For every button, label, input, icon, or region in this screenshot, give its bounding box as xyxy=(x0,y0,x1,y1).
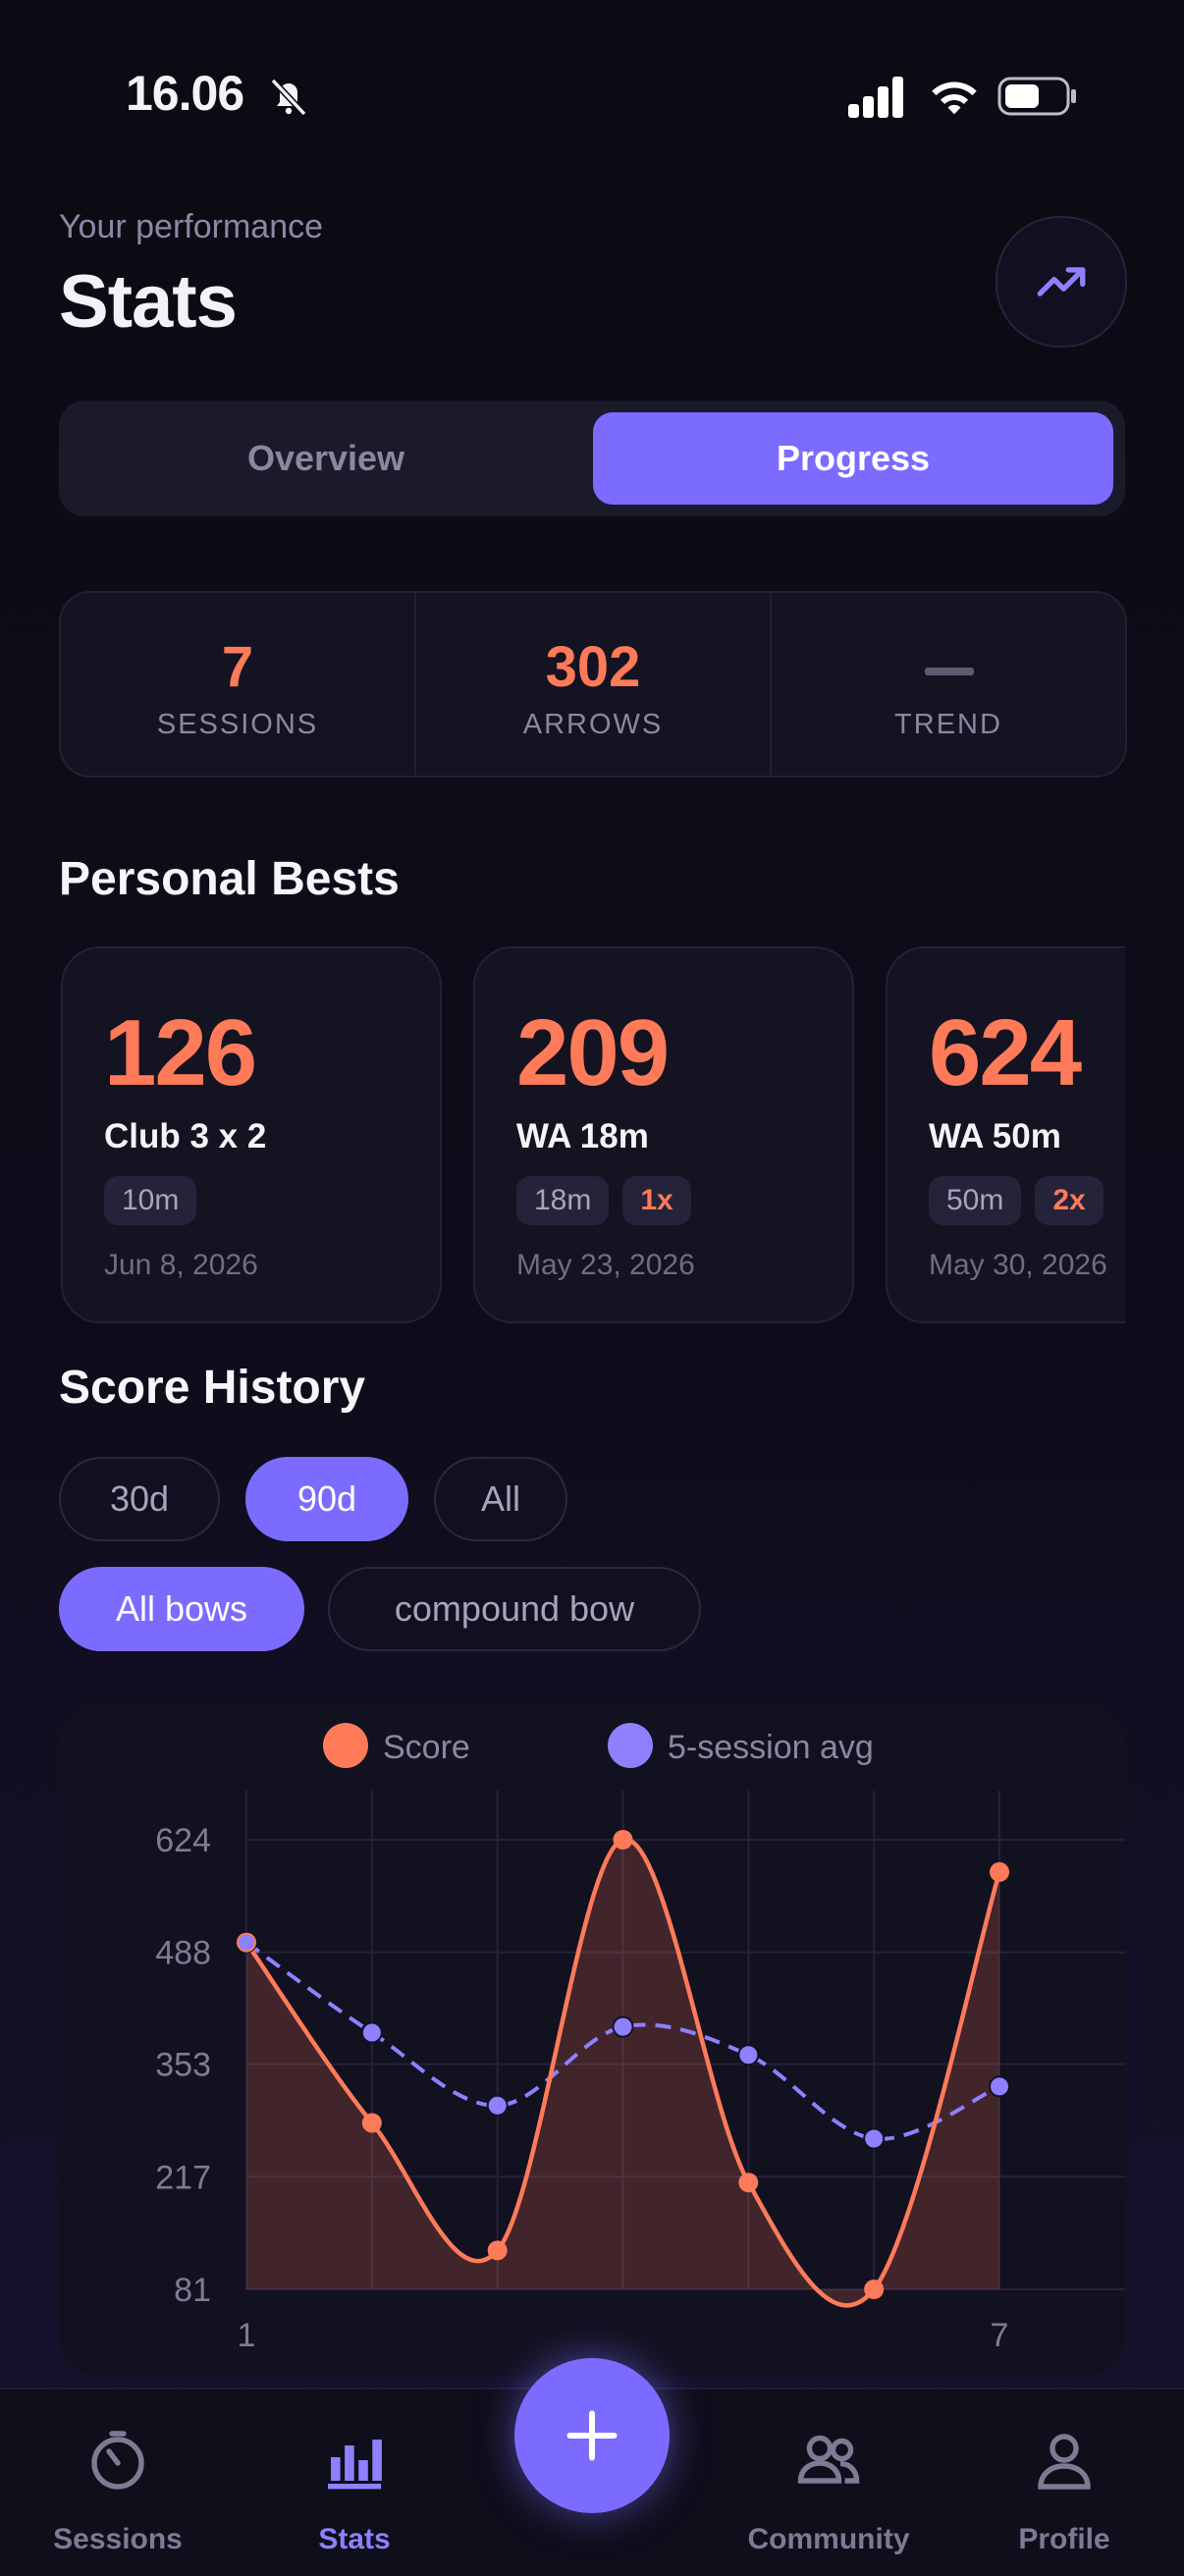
score-point xyxy=(487,2240,508,2261)
arrows-stat: 302 ARROWS xyxy=(416,593,770,776)
pb-count-badge: 2x xyxy=(1035,1176,1103,1225)
y-tick-label: 353 xyxy=(155,2047,211,2084)
avg-point xyxy=(863,2127,886,2150)
wifi-icon xyxy=(929,75,980,123)
pb-card[interactable]: 624 WA 50m 50m 2x May 30, 2026 xyxy=(886,946,1125,1323)
sessions-stat: 7 SESSIONS xyxy=(61,593,414,776)
avg-point xyxy=(612,2015,634,2038)
nav-label: Stats xyxy=(318,2523,391,2555)
range-chip-all[interactable]: All xyxy=(434,1457,567,1541)
legend-swatch-avg xyxy=(608,1723,653,1768)
trend-label: TREND xyxy=(894,709,1002,740)
pb-round-name: WA 18m xyxy=(516,1117,649,1155)
avg-point xyxy=(989,2075,1010,2098)
page-subtitle: Your performance xyxy=(59,208,324,245)
x-tick-label: 7 xyxy=(991,2317,1009,2354)
status-time: 16.06 xyxy=(126,66,244,121)
pb-round-name: WA 50m xyxy=(929,1117,1061,1155)
nav-label: Community xyxy=(747,2523,910,2555)
pb-distance-tag: 10m xyxy=(104,1176,197,1225)
x-tick-label: 1 xyxy=(238,2317,256,2354)
range-chip-30d[interactable]: 30d xyxy=(59,1457,220,1541)
bar-chart-icon xyxy=(328,2440,382,2490)
pb-date: May 23, 2026 xyxy=(516,1249,695,1281)
score-point xyxy=(361,2113,382,2133)
score-point xyxy=(864,2280,885,2299)
bow-chip-all-bows[interactable]: All bows xyxy=(59,1567,304,1651)
dash-icon xyxy=(925,668,974,675)
signal-icon xyxy=(846,77,907,125)
y-tick-label: 624 xyxy=(155,1822,211,1859)
pb-score: 126 xyxy=(104,1000,257,1105)
score-history-title: Score History xyxy=(59,1362,366,1414)
legend-label-avg: 5-session avg xyxy=(668,1729,874,1766)
avg-point xyxy=(239,1934,254,1951)
pb-count-badge: 1x xyxy=(622,1176,691,1225)
pb-distance-tag: 50m xyxy=(929,1176,1022,1225)
pb-card[interactable]: 209 WA 18m 18m 1x May 23, 2026 xyxy=(473,946,854,1323)
score-point xyxy=(990,1861,1009,1882)
timer-icon xyxy=(91,2431,144,2490)
pb-score: 209 xyxy=(516,1000,670,1105)
nav-label: Profile xyxy=(1018,2523,1110,2555)
trending-up-icon xyxy=(1037,267,1086,296)
pb-date: May 30, 2026 xyxy=(929,1249,1107,1281)
score-area xyxy=(246,1839,999,2306)
trend-stat: TREND xyxy=(772,593,1125,776)
avg-point xyxy=(360,2021,383,2044)
personal-bests-carousel[interactable]: 126 Club 3 x 2 10m Jun 8, 2026 209 WA 18… xyxy=(59,944,1125,1325)
add-session-button[interactable] xyxy=(514,2358,670,2513)
trend-button[interactable] xyxy=(996,216,1127,348)
pb-card[interactable]: 126 Club 3 x 2 10m Jun 8, 2026 xyxy=(61,946,442,1323)
legend-swatch-score xyxy=(323,1723,368,1768)
range-chip-90d[interactable]: 90d xyxy=(245,1457,408,1541)
bow-chip-compound-bow[interactable]: compound bow xyxy=(328,1567,701,1651)
score-point xyxy=(738,2173,759,2193)
arrows-value: 302 xyxy=(545,635,641,699)
legend-label-score: Score xyxy=(383,1729,470,1766)
avg-point xyxy=(737,2044,760,2066)
y-tick-label: 217 xyxy=(155,2159,211,2196)
tab-overview[interactable]: Overview xyxy=(71,412,581,505)
arrows-label: ARROWS xyxy=(522,709,664,740)
pb-date: Jun 8, 2026 xyxy=(104,1249,258,1281)
view-segmented-control: Overview Progress xyxy=(59,401,1125,516)
nav-label: Sessions xyxy=(53,2523,183,2555)
y-tick-label: 488 xyxy=(155,1935,211,1972)
page-title: Stats xyxy=(59,260,238,344)
avg-point xyxy=(486,2094,509,2117)
sessions-value: 7 xyxy=(221,635,254,699)
pb-round-name: Club 3 x 2 xyxy=(104,1117,267,1155)
person-icon xyxy=(1038,2434,1091,2490)
battery-icon xyxy=(997,75,1078,123)
score-point xyxy=(613,1830,633,1850)
bell-slash-icon xyxy=(265,73,312,125)
pb-distance-tag: 18m xyxy=(516,1176,610,1225)
y-tick-label: 81 xyxy=(174,2272,211,2309)
plus-icon xyxy=(566,2410,618,2461)
personal-bests-title: Personal Bests xyxy=(59,853,400,905)
pb-score: 624 xyxy=(929,1000,1082,1105)
score-history-chart: Score 5-session avg 624 488 353 217 81 1 7 xyxy=(59,1702,1125,2376)
sessions-label: SESSIONS xyxy=(156,709,319,740)
users-icon xyxy=(797,2435,860,2484)
tab-progress[interactable]: Progress xyxy=(593,412,1113,505)
summary-card: 7 SESSIONS 302 ARROWS TREND xyxy=(59,591,1127,778)
chart-svg: Score 5-session avg 624 488 353 217 81 1 7 xyxy=(155,1723,1125,2354)
